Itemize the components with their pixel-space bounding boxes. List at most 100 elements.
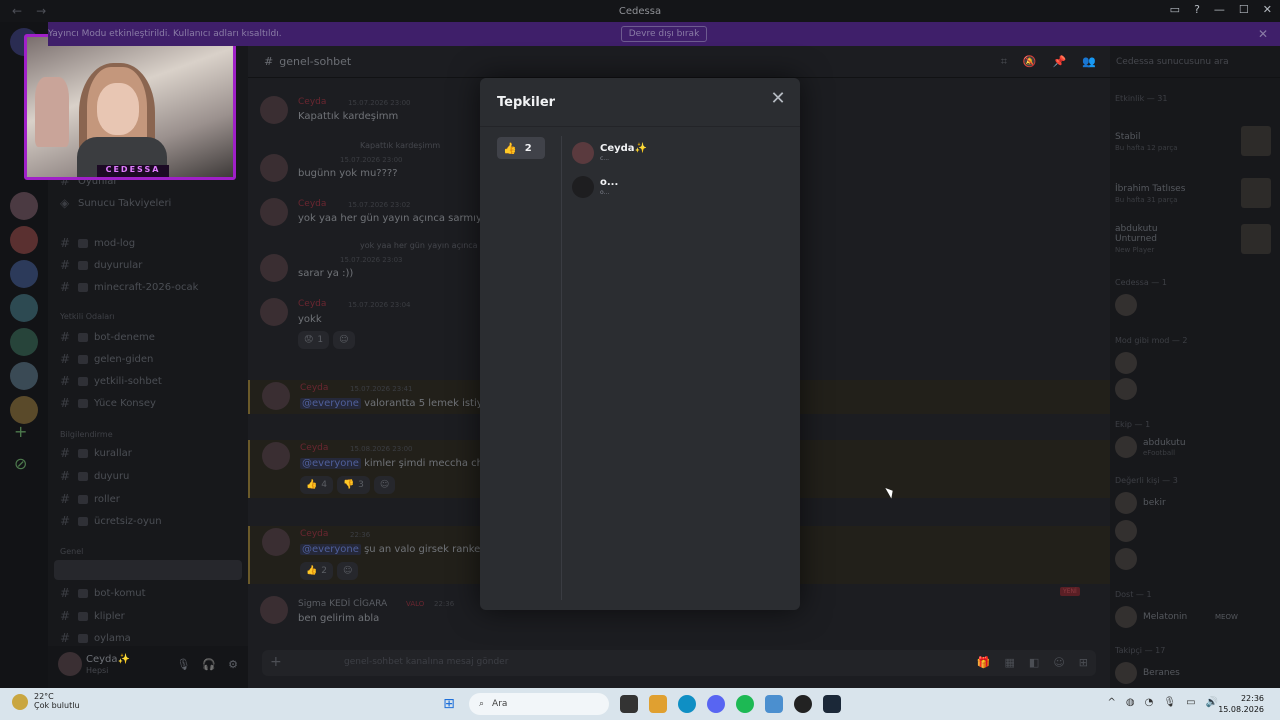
threads-icon[interactable]: ⌗: [1001, 55, 1007, 69]
member-item[interactable]: bekir: [1115, 492, 1265, 516]
server-icon[interactable]: [10, 362, 38, 390]
channel-item[interactable]: # klipler: [60, 609, 125, 623]
obs-icon[interactable]: [794, 695, 812, 713]
inbox-icon[interactable]: ▭: [1170, 3, 1180, 16]
taskbar-search[interactable]: ⌕ Ara: [469, 693, 609, 715]
reaction-user-item[interactable]: Ceyda✨ c...: [572, 140, 782, 166]
avatar[interactable]: [572, 142, 594, 164]
channel-item[interactable]: # bot-komut: [60, 586, 146, 600]
channel-item[interactable]: # gelen-giden: [60, 352, 153, 366]
emoji-icon[interactable]: ☺: [1053, 656, 1064, 669]
channel-item[interactable]: # yetkili-sohbet: [60, 374, 162, 388]
server-icon[interactable]: [10, 226, 38, 254]
system-clock[interactable]: 22:36 15.08.2026: [1218, 693, 1264, 715]
avatar[interactable]: [262, 442, 290, 470]
server-boosts[interactable]: ◈ Sunucu Takviyeleri: [60, 196, 171, 210]
member-item[interactable]: [1115, 352, 1265, 376]
windows-start-icon[interactable]: ⊞: [440, 695, 458, 713]
microphone-icon[interactable]: 🎙: [176, 658, 190, 671]
chevron-up-icon[interactable]: ^: [1108, 697, 1116, 708]
channel-category[interactable]: Genel: [60, 547, 83, 556]
attach-icon[interactable]: +: [270, 654, 282, 670]
channel-item[interactable]: # oylama: [60, 631, 131, 645]
avatar[interactable]: [260, 596, 288, 624]
server-icon[interactable]: [10, 396, 38, 424]
volume-icon[interactable]: 🔊: [1206, 697, 1218, 708]
gif-icon[interactable]: ▦: [1005, 656, 1015, 669]
maximize-button[interactable]: ☐: [1239, 3, 1249, 16]
gift-icon[interactable]: 🎁: [977, 656, 991, 669]
help-icon[interactable]: ?: [1194, 3, 1200, 16]
spotify-icon[interactable]: [736, 695, 754, 713]
apps-icon[interactable]: ⊞: [1079, 656, 1088, 669]
reaction-tab-thumbs-up[interactable]: 👍 2: [497, 137, 545, 159]
channel-item[interactable]: # roller: [60, 492, 120, 506]
channel-item[interactable]: # Yüce Konsey: [60, 396, 156, 410]
avatar[interactable]: [262, 528, 290, 556]
reply-preview[interactable]: yok yaa her gün yayın açınca s: [360, 241, 484, 250]
server-icon[interactable]: [10, 328, 38, 356]
channel-item[interactable]: # ücretsiz-oyun: [60, 514, 162, 528]
avatar[interactable]: [260, 198, 288, 226]
add-reaction-button[interactable]: ☺: [373, 476, 396, 494]
avatar[interactable]: [260, 154, 288, 182]
copilot-icon[interactable]: [649, 695, 667, 713]
close-window-button[interactable]: ✕: [1263, 3, 1272, 16]
add-reaction-button[interactable]: ☺: [336, 562, 359, 580]
settings-icon[interactable]: [765, 695, 783, 713]
reaction-pill[interactable]: 👎 3: [336, 476, 370, 494]
server-icon[interactable]: [10, 260, 38, 288]
server-icon[interactable]: [10, 294, 38, 322]
message-composer[interactable]: + genel-sohbet kanalına mesaj gönder 🎁 ▦…: [262, 650, 1096, 676]
task-view-icon[interactable]: [620, 695, 638, 713]
close-icon[interactable]: ✕: [768, 88, 788, 109]
mute-icon[interactable]: 🔕: [1023, 55, 1037, 69]
discover-icon[interactable]: ⊘: [14, 454, 27, 473]
discord-icon[interactable]: [707, 695, 725, 713]
channel-category[interactable]: Bilgilendirme: [60, 430, 113, 439]
search-input[interactable]: Cedessa sunucusunu ara: [1110, 46, 1280, 78]
activity-card[interactable]: abdukutu Unturned New Player: [1115, 224, 1273, 254]
mention[interactable]: @everyone: [300, 398, 361, 409]
member-item[interactable]: [1115, 520, 1265, 544]
activity-card[interactable]: İbrahim Tatlıses Bu hafta 31 parça: [1115, 178, 1273, 208]
add-server-icon[interactable]: +: [14, 422, 27, 441]
message-input[interactable]: genel-sohbet kanalına mesaj gönder: [344, 657, 508, 667]
reply-preview[interactable]: Kapattık kardeşimm: [360, 141, 440, 150]
add-reaction-button[interactable]: ☺: [333, 331, 355, 349]
pin-icon[interactable]: 📌: [1053, 55, 1067, 69]
avatar[interactable]: [260, 96, 288, 124]
member-item[interactable]: [1115, 548, 1265, 572]
microphone-icon[interactable]: 🎙: [1163, 697, 1176, 708]
close-icon[interactable]: ✕: [1258, 27, 1268, 41]
reaction-pill[interactable]: 👍 4: [300, 476, 333, 494]
network-icon[interactable]: ◍: [1126, 697, 1135, 708]
member-item[interactable]: [1115, 294, 1265, 318]
avatar[interactable]: [572, 176, 594, 198]
avatar[interactable]: [260, 298, 288, 326]
weather-widget[interactable]: 22°C Çok bulutlu: [10, 692, 80, 710]
member-item[interactable]: Beranes: [1115, 662, 1265, 686]
channel-item[interactable]: # bot-deneme: [60, 330, 155, 344]
avatar[interactable]: [58, 652, 82, 676]
minimize-button[interactable]: —: [1214, 3, 1225, 16]
member-item[interactable]: abdukutu eFootball: [1115, 436, 1265, 460]
channel-item[interactable]: # duyurular: [60, 258, 142, 272]
sticker-icon[interactable]: ◧: [1029, 656, 1039, 669]
edge-icon[interactable]: [678, 695, 696, 713]
channel-category[interactable]: Yetkili Odaları: [60, 312, 115, 321]
wifi-icon[interactable]: ◔: [1145, 697, 1154, 708]
reaction-pill[interactable]: 👍 2: [300, 562, 333, 580]
reaction-pill[interactable]: 😟 1: [298, 331, 330, 349]
avatar[interactable]: [262, 382, 290, 410]
server-icon[interactable]: [10, 192, 38, 220]
channel-item[interactable]: # duyuru: [60, 469, 129, 483]
avatar[interactable]: [260, 254, 288, 282]
channel-item[interactable]: # kurallar: [60, 446, 132, 460]
mention[interactable]: @everyone: [300, 544, 361, 555]
member-item[interactable]: Melatonin MEOW: [1115, 606, 1265, 630]
channel-item[interactable]: # mod-log: [60, 236, 135, 250]
reaction-user-item[interactable]: o... o...: [572, 174, 782, 200]
steam-icon[interactable]: [823, 695, 841, 713]
member-item[interactable]: [1115, 378, 1265, 402]
